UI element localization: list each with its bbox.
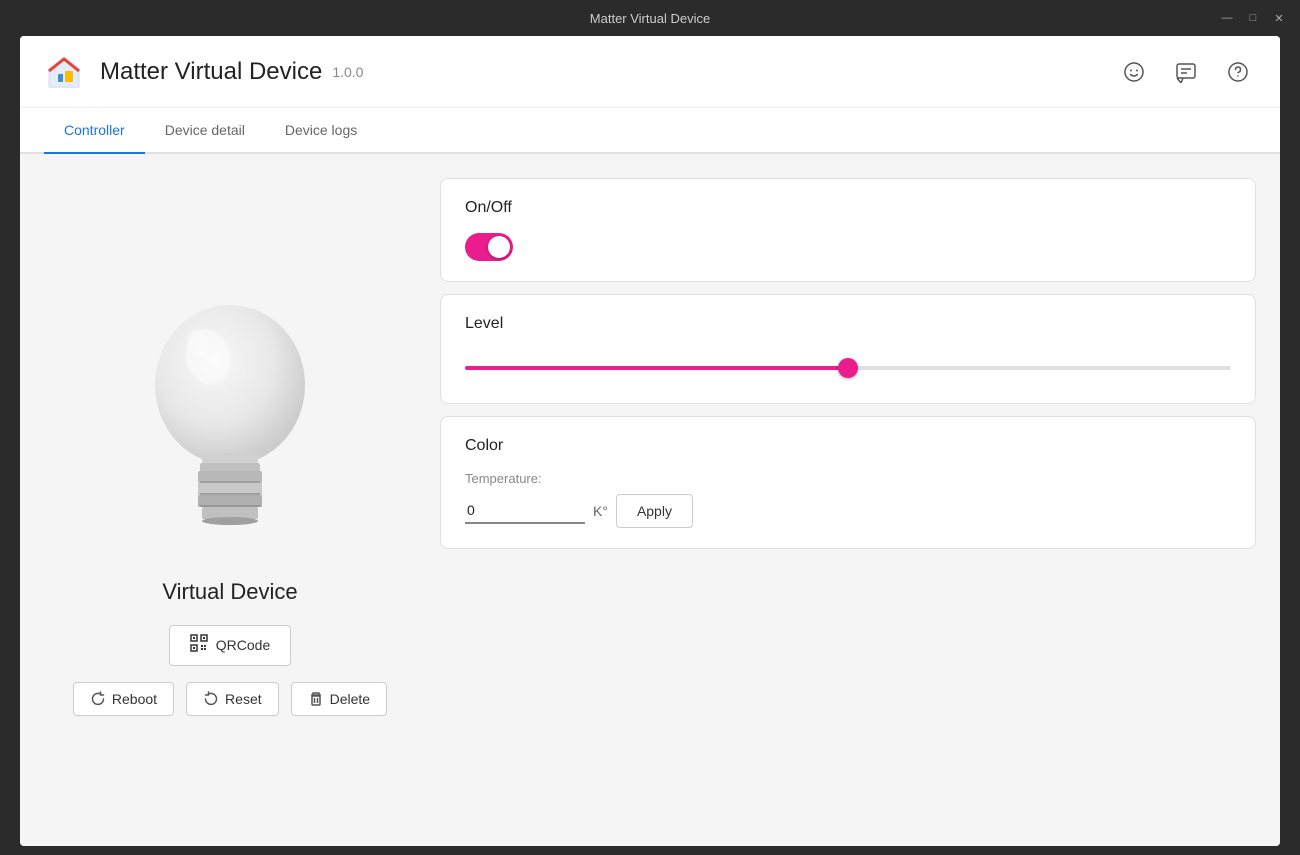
lightbulb-icon [130, 285, 330, 555]
header-actions [1116, 54, 1256, 90]
app-version: 1.0.0 [332, 64, 363, 80]
delete-button[interactable]: Delete [291, 682, 387, 716]
feedback-icon [1175, 61, 1197, 83]
reboot-icon [90, 691, 106, 707]
tabs-bar: Controller Device detail Device logs [20, 108, 1280, 154]
onoff-toggle[interactable] [465, 233, 513, 261]
level-card: Level [440, 294, 1256, 404]
title-bar-text: Matter Virtual Device [590, 11, 710, 26]
tab-device-logs[interactable]: Device logs [265, 108, 377, 154]
maximize-button[interactable]: □ [1244, 9, 1262, 27]
title-bar: Matter Virtual Device — □ ✕ [0, 0, 1300, 36]
temperature-section-label: Temperature: [465, 471, 1231, 486]
smiley-icon [1123, 61, 1145, 83]
color-label: Color [465, 437, 1231, 455]
temperature-unit: K° [593, 503, 608, 519]
bulb-image-container [130, 285, 330, 555]
delete-button-label: Delete [330, 691, 370, 707]
delete-icon [308, 691, 324, 707]
tab-controller[interactable]: Controller [44, 108, 145, 154]
onoff-card: On/Off [440, 178, 1256, 282]
qrcode-button[interactable]: QRCode [169, 625, 291, 666]
toggle-container [465, 233, 1231, 261]
smiley-button[interactable] [1116, 54, 1152, 90]
action-buttons: Reboot Reset [73, 682, 387, 716]
left-panel: Virtual Device [20, 154, 440, 846]
window-controls: — □ ✕ [1218, 9, 1288, 27]
help-button[interactable] [1220, 54, 1256, 90]
qrcode-icon [190, 634, 208, 657]
minimize-button[interactable]: — [1218, 9, 1236, 27]
toggle-track [465, 233, 513, 261]
right-panel: On/Off Level Colo [440, 154, 1280, 846]
app-window: Matter Virtual Device 1.0.0 [20, 36, 1280, 846]
level-label: Level [465, 315, 1231, 333]
onoff-label: On/Off [465, 199, 1231, 217]
reset-button-label: Reset [225, 691, 262, 707]
color-input-row: K° Apply [465, 494, 1231, 528]
temperature-input[interactable] [465, 498, 585, 524]
app-header: Matter Virtual Device 1.0.0 [20, 36, 1280, 108]
qrcode-button-label: QRCode [216, 637, 270, 653]
close-button[interactable]: ✕ [1270, 9, 1288, 27]
toggle-thumb [488, 236, 510, 258]
level-slider[interactable] [465, 366, 1231, 370]
feedback-button[interactable] [1168, 54, 1204, 90]
level-slider-container [465, 349, 1231, 383]
tab-device-detail[interactable]: Device detail [145, 108, 265, 154]
app-logo-icon [44, 52, 84, 92]
device-name: Virtual Device [162, 579, 297, 605]
main-content: Virtual Device [20, 154, 1280, 846]
reset-button[interactable]: Reset [186, 682, 279, 716]
reset-icon [203, 691, 219, 707]
reboot-button[interactable]: Reboot [73, 682, 174, 716]
app-title: Matter Virtual Device [100, 58, 322, 86]
reboot-button-label: Reboot [112, 691, 157, 707]
apply-button[interactable]: Apply [616, 494, 693, 528]
help-icon [1227, 61, 1249, 83]
color-card: Color Temperature: K° Apply [440, 416, 1256, 549]
